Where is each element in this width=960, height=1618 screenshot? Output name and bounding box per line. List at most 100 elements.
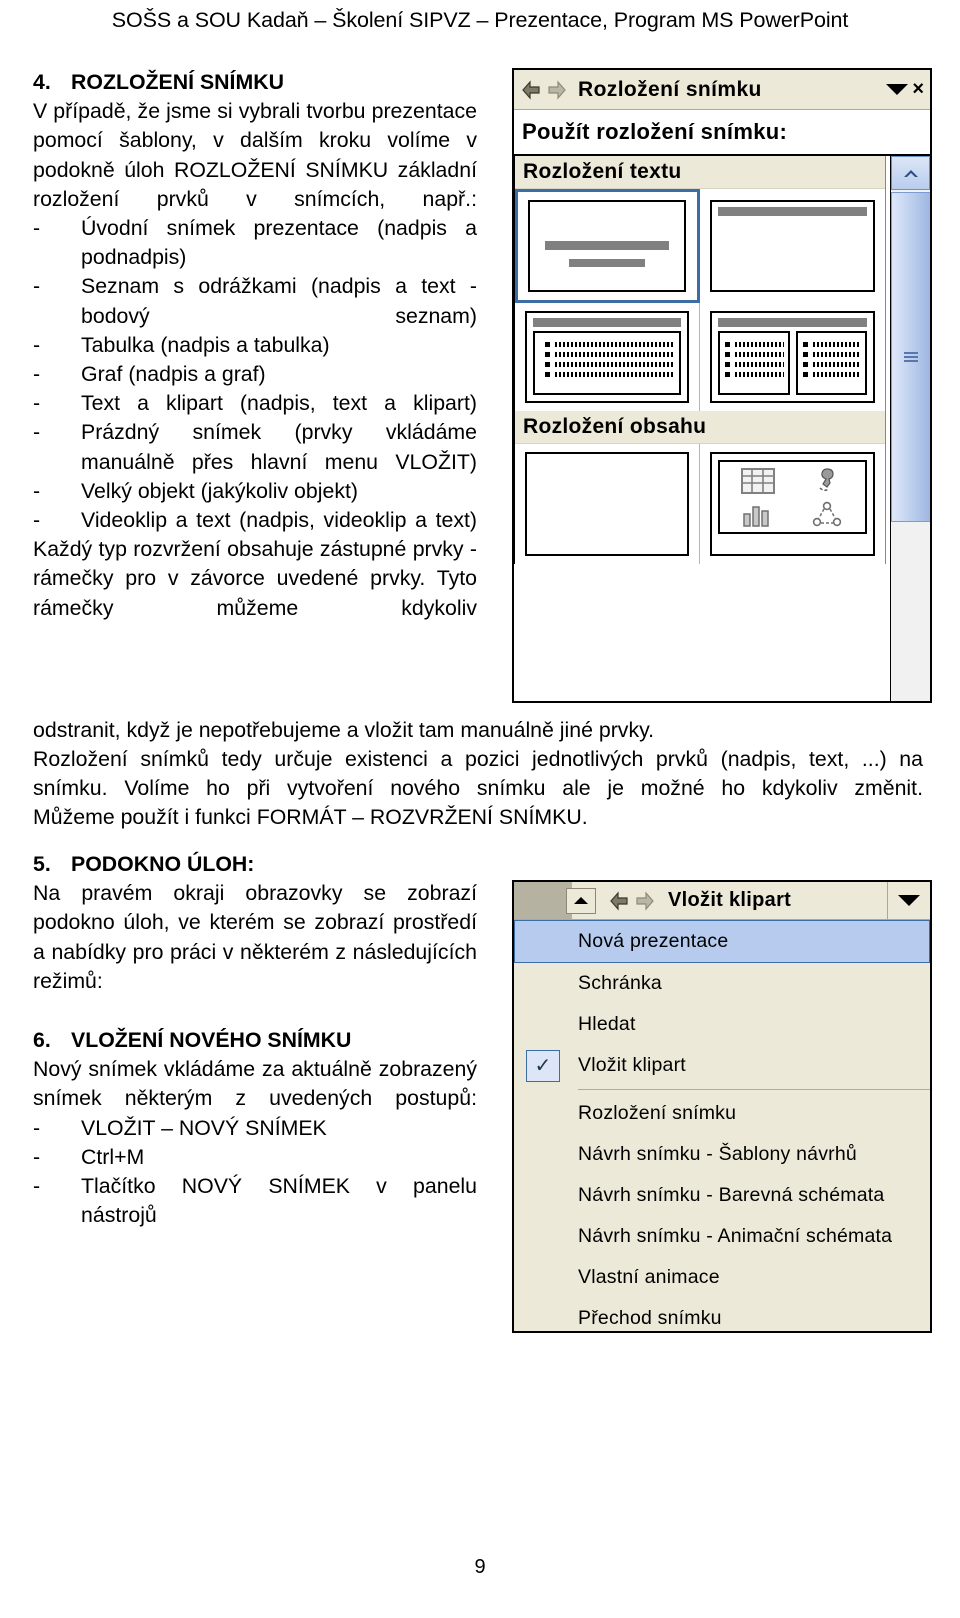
layout-thumb-title-and-two-columns[interactable] [700, 303, 885, 411]
section-4-paragraph-narrow: Každý typ rozvržení obsahuje zástupné pr… [33, 537, 477, 620]
menu-item-gutter [514, 1093, 572, 1134]
menu-item-label: Přechod snímku [578, 1307, 722, 1329]
scrollbar-thumb[interactable] [891, 192, 930, 522]
menu-item-vlastni-animace[interactable]: Vlastní animace [514, 1257, 930, 1298]
section-5-column: 5. PODOKNO ÚLOH: Na pravém okraji obrazo… [33, 850, 477, 996]
close-icon[interactable]: × [912, 78, 924, 101]
layout-thumb-blank[interactable] [515, 444, 700, 564]
menu-item-list: Nová prezentace Schránka Hledat ✓ Vložit… [514, 920, 930, 1331]
list-item-label: Ctrl+M [81, 1144, 145, 1169]
slide-thumbnail [528, 200, 686, 292]
bullet-marker: - [33, 391, 41, 416]
bullet-marker: - [33, 216, 41, 241]
screenshot-layout-task-pane: Rozložení snímku × Použít rozložení sním… [512, 68, 932, 703]
section-4-paragraph-1: odstranit, když je nepotřebujeme a vloži… [33, 718, 655, 742]
list-item-label: Velký objekt (jakýkoliv objekt) [81, 478, 358, 503]
list-item-label: Úvodní snímek prezentace (nadpis a podna… [81, 216, 477, 270]
screenshot-task-pane-menu: Vložit klipart Nová prezentace Schránka … [512, 880, 932, 1333]
menu-item-gutter [514, 1298, 572, 1331]
menu-item-label: Vlastní animace [578, 1266, 720, 1288]
menu-item-label: Návrh snímku - Animační schémata [578, 1225, 893, 1247]
list-item: - Tabulka (nadpis a tabulka) [33, 331, 477, 360]
list-item-label: Tlačítko NOVÝ SNÍMEK v panelu nástrojů [81, 1174, 477, 1228]
task-pane-subtitle: Použít rozložení snímku: [514, 110, 930, 155]
menu-item-nova-prezentace[interactable]: Nová prezentace [514, 920, 930, 963]
menu-item-label: Schránka [578, 972, 662, 994]
menu-item-navrh-snimku-animacni[interactable]: Návrh snímku - Animační schémata [514, 1216, 930, 1257]
list-item: - Seznam s odrážkami (nadpis a text - bo… [33, 272, 477, 330]
chevron-down-icon[interactable] [886, 84, 909, 95]
menu-item-hledat[interactable]: Hledat [514, 1004, 930, 1045]
section-6-title: VLOŽENÍ NOVÉHO SNÍMKU [71, 1028, 352, 1052]
list-item: - Tlačítko NOVÝ SNÍMEK v panelu nástrojů [33, 1172, 477, 1230]
forward-arrow-icon[interactable] [546, 79, 568, 100]
menu-item-label: Nová prezentace [578, 930, 729, 952]
menu-titlebar: Vložit klipart [514, 882, 930, 920]
list-item-label: Prázdný snímek (prvky vkládáme manuálně … [81, 420, 477, 474]
page-number: 9 [474, 1556, 486, 1578]
menu-item-navrh-snimku-barevna[interactable]: Návrh snímku - Barevná schémata [514, 1175, 930, 1216]
check-icon: ✓ [526, 1049, 560, 1082]
menu-item-label: Návrh snímku - Šablony návrhů [578, 1143, 857, 1165]
section-4-intro: V případě, že jsme si vybrali tvorbu pre… [33, 99, 477, 211]
list-item: - Prázdný snímek (prvky vkládáme manuáln… [33, 418, 477, 476]
slide-thumbnail [525, 311, 689, 403]
bullet-marker: - [33, 1115, 41, 1140]
section-5-title: PODOKNO ÚLOH: [71, 852, 255, 876]
list-item: - Úvodní snímek prezentace (nadpis a pod… [33, 214, 477, 272]
task-pane-scroll-area: Rozložení textu Rozložení obsahu [514, 155, 930, 701]
section-4-column: 4. ROZLOŽENÍ SNÍMKU V případě, že jsme s… [33, 68, 477, 623]
bullet-marker: - [33, 332, 41, 357]
page-title: SOŠS a SOU Kadaň – Školení SIPVZ – Preze… [111, 8, 849, 32]
scroll-up-arrow-icon[interactable] [891, 156, 930, 190]
task-pane-scrollbar[interactable] [890, 156, 930, 701]
menu-item-label: Rozložení snímku [578, 1102, 737, 1124]
menu-item-gutter [514, 1134, 572, 1175]
section-5-heading: 5. PODOKNO ÚLOH: [33, 850, 477, 879]
section-5-body: Na pravém okraji obrazovky se zobrazí po… [33, 881, 477, 993]
list-item-label: Text a klipart (nadpis, text a klipart) [81, 391, 477, 416]
menu-item-gutter [514, 1175, 572, 1216]
list-item: - Text a klipart (nadpis, text a klipart… [33, 389, 477, 418]
menu-item-label: Vložit klipart [578, 1054, 686, 1076]
back-arrow-icon[interactable] [608, 890, 630, 911]
list-item: - VLOŽIT – NOVÝ SNÍMEK [33, 1114, 477, 1143]
list-item: - Graf (nadpis a graf) [33, 360, 477, 389]
menu-gutter-header [514, 882, 572, 919]
section-6-heading: 6. VLOŽENÍ NOVÉHO SNÍMKU [33, 1026, 477, 1055]
menu-item-prechod-snimku[interactable]: Přechod snímku [514, 1298, 930, 1331]
menu-title: Vložit klipart [668, 889, 792, 911]
layout-thumb-title-and-text[interactable] [515, 303, 700, 411]
menu-item-label: Hledat [578, 1013, 636, 1035]
menu-item-rozlozeni-snimku[interactable]: Rozložení snímku [514, 1093, 930, 1134]
layout-thumb-title-slide[interactable] [515, 189, 700, 303]
section-4-paragraph-3: Můžeme použít i funkci FORMÁT – ROZVRŽEN… [33, 805, 588, 829]
back-arrow-icon[interactable] [520, 79, 542, 100]
section-4-title: ROZLOŽENÍ SNÍMKU [71, 70, 284, 94]
list-item: - Ctrl+M [33, 1143, 477, 1172]
layout-row [515, 444, 885, 564]
forward-arrow-icon[interactable] [634, 890, 656, 911]
group-header-text-layouts: Rozložení textu [515, 156, 885, 189]
menu-item-schranka[interactable]: Schránka [514, 963, 930, 1004]
list-item-label: Seznam s odrážkami (nadpis a text - bodo… [81, 274, 477, 328]
menu-item-navrh-snimku-sablony[interactable]: Návrh snímku - Šablony návrhů [514, 1134, 930, 1175]
layout-thumb-title-only[interactable] [700, 189, 885, 303]
list-item-label: Graf (nadpis a graf) [81, 362, 266, 387]
chevron-down-icon[interactable] [887, 882, 930, 919]
bullet-marker: - [33, 274, 41, 299]
slide-thumbnail [710, 311, 875, 403]
bullet-marker: - [33, 362, 41, 387]
slide-thumbnail [710, 200, 875, 292]
menu-item-label: Návrh snímku - Barevná schémata [578, 1184, 885, 1206]
bullet-marker: - [33, 1144, 41, 1169]
menu-item-gutter [514, 963, 572, 1004]
scroll-up-arrow-icon[interactable] [566, 887, 596, 914]
menu-item-vlozit-klipart[interactable]: ✓ Vložit klipart [514, 1045, 930, 1086]
menu-item-gutter [514, 1216, 572, 1257]
list-item-label: Videoklip a text (nadpis, videoklip a te… [81, 508, 477, 533]
task-pane-title: Rozložení snímku [578, 77, 762, 101]
layout-thumb-content[interactable] [700, 444, 885, 564]
list-item: - Velký objekt (jakýkoliv objekt) [33, 477, 477, 506]
group-header-content-layouts: Rozložení obsahu [515, 411, 885, 444]
